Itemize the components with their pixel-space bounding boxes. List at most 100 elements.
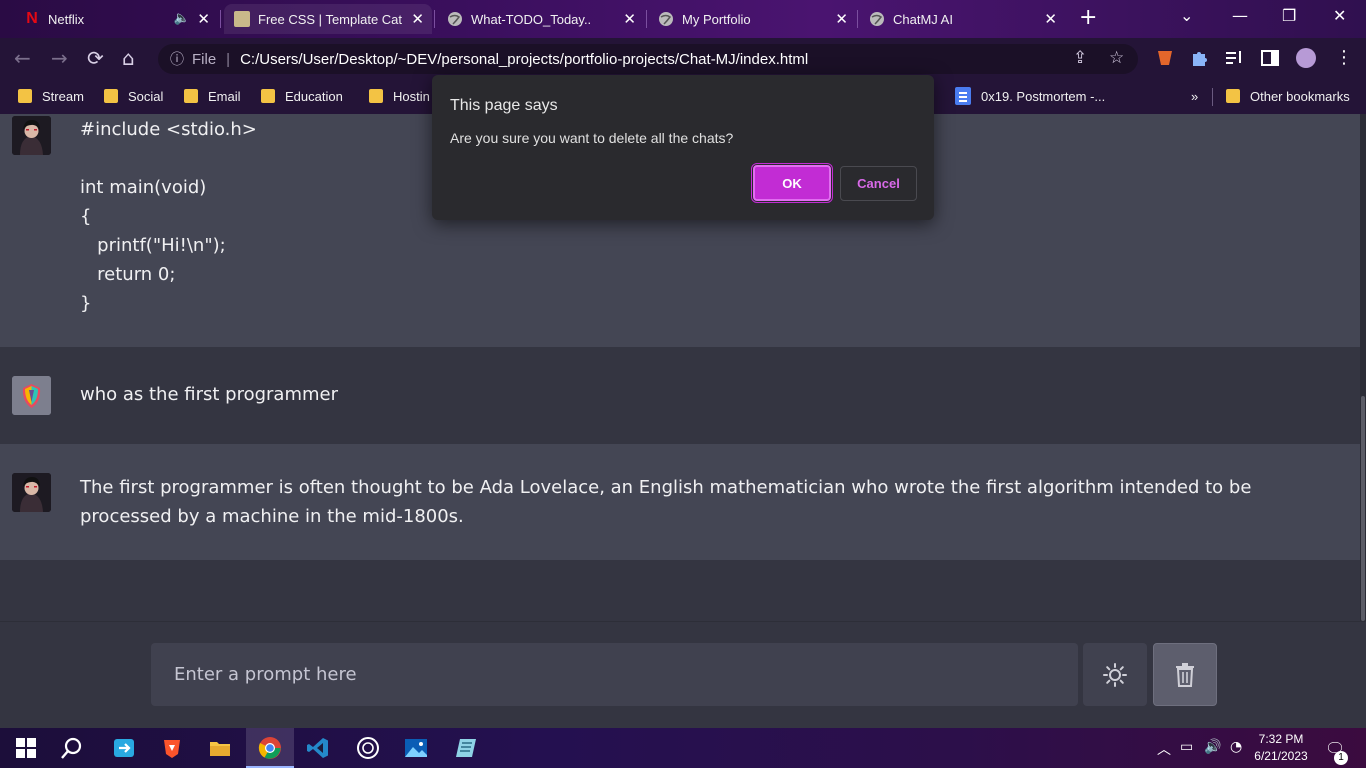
browser-tab-strip: N Netflix 🔈 ✕ Free CSS | Template Cat ✕ …: [0, 0, 1366, 38]
ok-button[interactable]: OK: [751, 163, 833, 203]
bookmark-divider: [1212, 88, 1213, 106]
minimize-icon[interactable]: —: [1232, 6, 1248, 25]
menu-kebab-icon[interactable]: ⋮: [1334, 48, 1354, 68]
bookmark-label: Education: [285, 88, 343, 104]
bookmark-folder-email[interactable]: Email: [184, 86, 241, 106]
theme-toggle-button[interactable]: [1083, 643, 1147, 706]
tab-divider: [220, 10, 221, 28]
notification-count-badge: 1: [1334, 751, 1348, 765]
bookmark-label: 0x19. Postmortem -...: [981, 88, 1106, 104]
info-icon[interactable]: ⓘ: [170, 49, 184, 69]
address-bar[interactable]: ⓘ File | C:/Users/User/Desktop/~DEV/pers…: [158, 44, 1138, 74]
tab-label: Netflix: [48, 11, 85, 27]
globe-icon: [447, 11, 463, 27]
bookmark-label: Social: [128, 88, 164, 104]
reload-icon[interactable]: ⟳: [87, 47, 104, 69]
share-icon[interactable]: ⇪: [1073, 48, 1087, 68]
extensions-puzzle-icon[interactable]: [1189, 48, 1209, 68]
battery-icon[interactable]: ▭: [1180, 739, 1193, 755]
search-icon[interactable]: [60, 736, 84, 760]
close-icon[interactable]: ✕: [411, 10, 424, 28]
confirm-dialog: This page says Are you sure you want to …: [432, 75, 934, 220]
tab-free-css[interactable]: Free CSS | Template Cat ✕: [224, 4, 432, 34]
back-arrow-icon[interactable]: ←: [14, 47, 31, 69]
new-tab-plus-icon[interactable]: +: [1079, 7, 1097, 29]
file-explorer-icon[interactable]: [208, 736, 232, 760]
notepad-icon[interactable]: [454, 736, 478, 760]
photos-icon[interactable]: [404, 736, 428, 760]
folder-icon: [1226, 89, 1240, 103]
tab-divider: [857, 10, 858, 28]
bookmarks-overflow-chevron-icon[interactable]: »: [1191, 86, 1198, 106]
vscode-icon[interactable]: [306, 736, 330, 760]
tab-what-todo[interactable]: What-TODO_Today.. ✕: [437, 4, 644, 34]
bookmark-label: Email: [208, 88, 241, 104]
prompt-input[interactable]: Enter a prompt here: [151, 643, 1078, 706]
restore-icon[interactable]: ❐: [1282, 6, 1296, 25]
close-icon[interactable]: ✕: [197, 10, 210, 28]
chrome-icon[interactable]: [258, 736, 282, 760]
tab-chatmj-ai[interactable]: ChatMJ AI ✕: [859, 4, 1065, 34]
wifi-icon[interactable]: ◔: [1230, 739, 1242, 755]
globe-icon: [658, 11, 674, 27]
taskbar-clock[interactable]: 7:32 PM 6/21/2023: [1250, 731, 1312, 765]
folder-icon: [261, 89, 275, 103]
bot-avatar: [12, 116, 51, 155]
globe-icon: [869, 11, 885, 27]
trash-icon: [1176, 662, 1194, 687]
speaker-icon[interactable]: 🔈: [174, 10, 190, 26]
bookmark-folder-hosting[interactable]: Hostin: [369, 86, 430, 106]
bookmark-folder-education[interactable]: Education: [261, 86, 343, 106]
tab-label: ChatMJ AI: [893, 11, 953, 27]
tab-label: Free CSS | Template Cat: [258, 11, 403, 27]
bookmark-label: Hostin: [393, 88, 430, 104]
tab-search-chevron-icon[interactable]: ⌄: [1180, 6, 1193, 25]
windows-start-icon[interactable]: [14, 736, 38, 760]
app-icon[interactable]: [112, 736, 136, 760]
close-icon[interactable]: ✕: [1044, 10, 1057, 28]
bookmark-folder-stream[interactable]: Stream: [18, 86, 84, 106]
brave-extension-icon[interactable]: [1155, 48, 1175, 68]
home-icon[interactable]: ⌂: [122, 47, 135, 69]
bookmark-label: Other bookmarks: [1250, 88, 1350, 104]
close-icon[interactable]: ✕: [623, 10, 636, 28]
chatgpt-icon[interactable]: [356, 736, 380, 760]
bookmark-folder-social[interactable]: Social: [104, 86, 163, 106]
clock-date: 6/21/2023: [1254, 749, 1308, 763]
url-text[interactable]: C:/Users/User/Desktop/~DEV/personal_proj…: [240, 51, 808, 68]
close-icon[interactable]: ✕: [835, 10, 848, 28]
dialog-title: This page says: [450, 97, 558, 114]
tab-divider: [434, 10, 435, 28]
tray-chevron-up-icon[interactable]: ︿: [1157, 739, 1171, 759]
tab-divider: [646, 10, 647, 28]
window-close-icon[interactable]: ✕: [1333, 6, 1346, 25]
bookmark-folder-other[interactable]: Other bookmarks: [1226, 86, 1350, 106]
user-avatar: [12, 376, 51, 415]
profile-avatar[interactable]: [1296, 48, 1316, 68]
bot-message-text: The first programmer is often thought to…: [80, 477, 1252, 527]
clock-time: 7:32 PM: [1258, 732, 1304, 746]
folder-icon: [18, 89, 32, 103]
scrollbar-thumb[interactable]: [1361, 396, 1365, 621]
tab-my-portfolio[interactable]: My Portfolio ✕: [648, 4, 856, 34]
url-divider: |: [226, 50, 231, 68]
freecss-icon: [234, 11, 250, 27]
media-queue-icon[interactable]: [1224, 48, 1244, 68]
folder-icon: [184, 89, 198, 103]
cancel-button[interactable]: Cancel: [840, 166, 917, 201]
google-docs-icon: [955, 87, 971, 105]
chat-message-user: who as the first programmer: [0, 347, 1360, 444]
sun-icon: [1103, 662, 1127, 687]
forward-arrow-icon[interactable]: →: [51, 47, 68, 69]
bookmark-star-icon[interactable]: ☆: [1109, 48, 1124, 68]
tab-netflix[interactable]: N Netflix 🔈 ✕: [14, 4, 218, 34]
volume-icon[interactable]: 🔊: [1204, 739, 1221, 755]
chat-message-bot: The first programmer is often thought to…: [0, 444, 1360, 560]
brave-browser-icon[interactable]: [160, 736, 184, 760]
bookmark-postmortem[interactable]: 0x19. Postmortem -...: [955, 86, 1105, 106]
tab-label: My Portfolio: [682, 11, 751, 27]
bookmark-label: Stream: [42, 88, 84, 104]
delete-chats-button[interactable]: [1153, 643, 1217, 706]
folder-icon: [369, 89, 383, 103]
side-panel-icon[interactable]: [1260, 48, 1280, 68]
